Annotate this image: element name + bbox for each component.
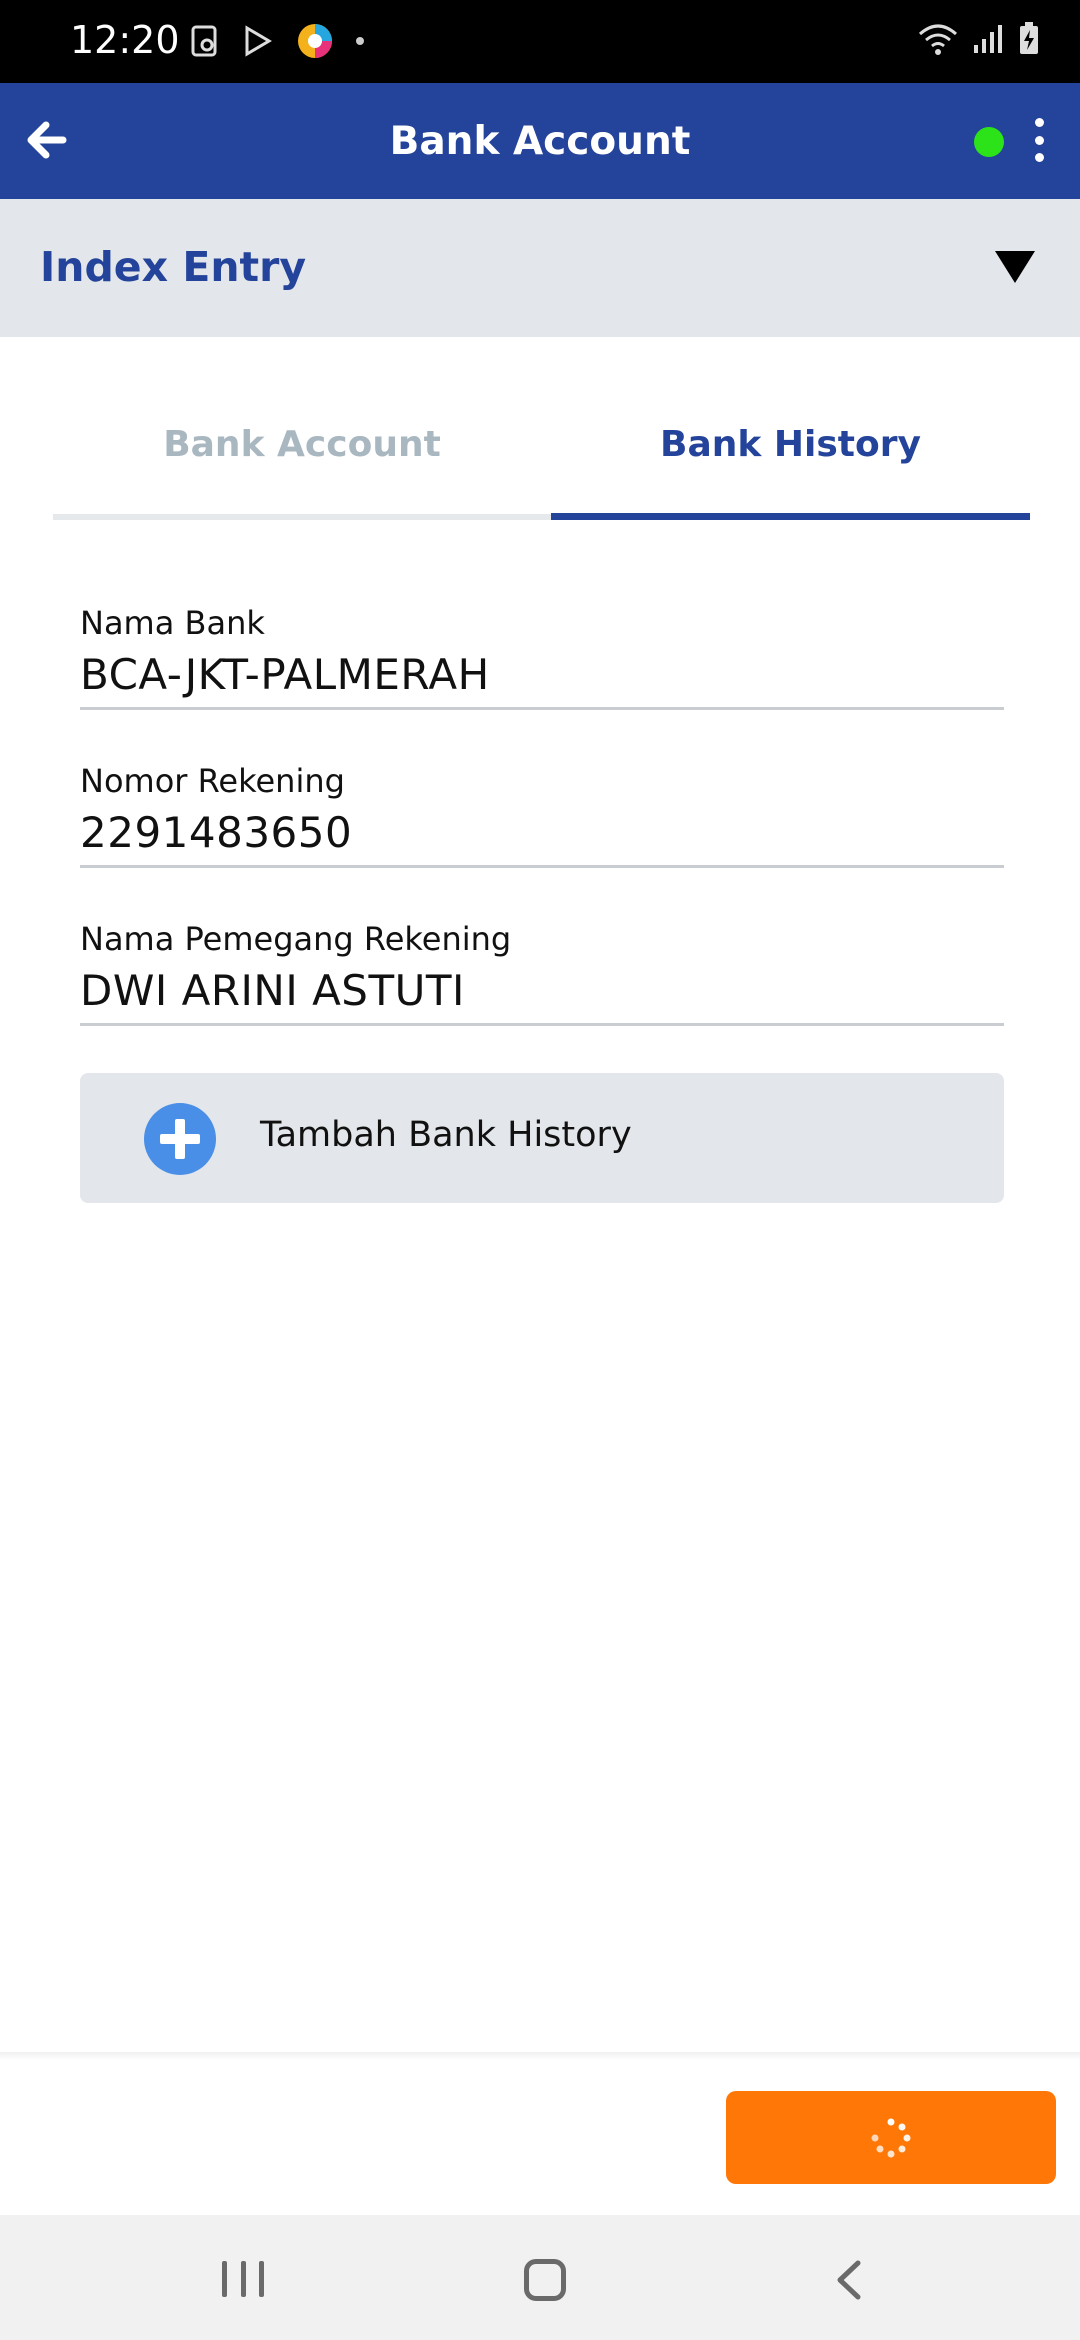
index-entry-header[interactable]: Index Entry: [0, 199, 1080, 337]
online-status-indicator: [974, 127, 1004, 157]
app-logo-icon: [298, 24, 332, 58]
plus-circle-icon: [144, 1103, 216, 1175]
tab-bank-account[interactable]: Bank Account: [53, 400, 551, 520]
dropdown-arrow-icon[interactable]: [995, 251, 1035, 283]
recent-apps-icon[interactable]: [222, 2261, 264, 2297]
signal-icon: [974, 25, 1002, 53]
screenshot-icon: [191, 25, 217, 57]
more-notifications-dot: [356, 37, 364, 45]
notification-icons: [190, 22, 364, 60]
nama-pemegang-field[interactable]: Nama Pemegang Rekening DWI ARINI ASTUTI: [80, 920, 1004, 1026]
play-store-icon: [245, 25, 272, 57]
submit-button[interactable]: [726, 2091, 1056, 2184]
status-bar: 12:20: [0, 0, 1080, 83]
nama-bank-value[interactable]: BCA-JKT-PALMERAH: [80, 650, 1004, 707]
app-bar: Bank Account: [0, 83, 1080, 199]
nomor-rekening-value[interactable]: 2291483650: [80, 808, 1004, 865]
wifi-icon: [919, 24, 957, 55]
tab-bar: Bank Account Bank History: [53, 400, 1030, 520]
more-options-icon[interactable]: [1030, 118, 1048, 162]
loading-spinner-icon: [871, 2118, 911, 2158]
nav-back-icon[interactable]: [832, 2259, 866, 2301]
battery-icon: [1020, 22, 1038, 54]
home-icon[interactable]: [524, 2259, 566, 2301]
nomor-rekening-field[interactable]: Nomor Rekening 2291483650: [80, 762, 1004, 868]
system-icons: [918, 22, 1040, 56]
add-bank-history-button[interactable]: Tambah Bank History: [80, 1073, 1004, 1203]
index-entry-title: Index Entry: [40, 243, 307, 291]
system-navigation-bar: [0, 2215, 1080, 2340]
status-time: 12:20: [70, 18, 180, 62]
nama-bank-label: Nama Bank: [80, 604, 265, 642]
page-title: Bank Account: [389, 119, 691, 164]
nama-pemegang-label: Nama Pemegang Rekening: [80, 920, 512, 958]
nomor-rekening-label: Nomor Rekening: [80, 762, 345, 800]
add-bank-history-label: Tambah Bank History: [260, 1115, 632, 1155]
nama-bank-field[interactable]: Nama Bank BCA-JKT-PALMERAH: [80, 604, 1004, 710]
bottom-divider: [0, 2052, 1080, 2060]
nama-pemegang-value[interactable]: DWI ARINI ASTUTI: [80, 966, 1004, 1023]
tab-bank-history[interactable]: Bank History: [551, 400, 1030, 520]
